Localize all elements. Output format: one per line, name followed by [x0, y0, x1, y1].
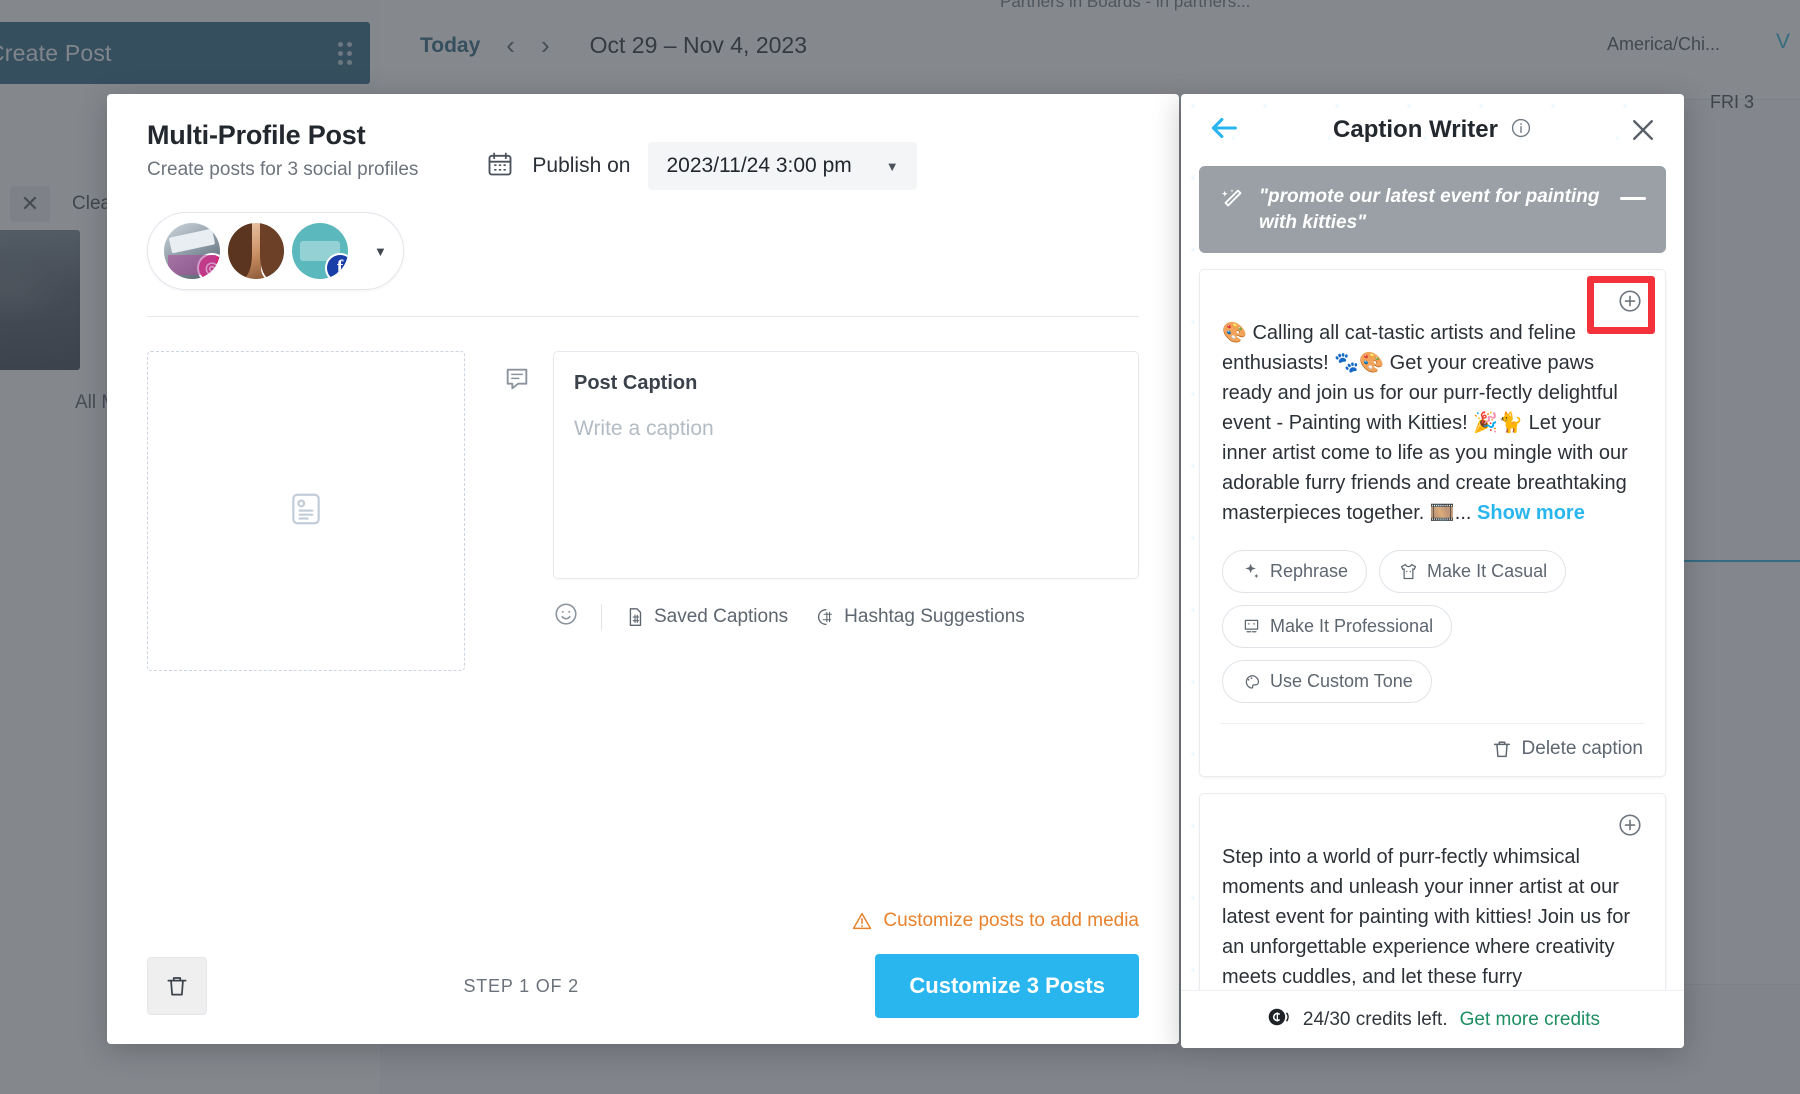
chip-label: Make It Casual — [1427, 561, 1548, 582]
post-caption-editor[interactable]: Post Caption Write a caption — [553, 351, 1139, 579]
prompt-text: "promote our latest event for painting w… — [1259, 186, 1600, 233]
hashtag-icon — [818, 608, 833, 625]
avatar[interactable]: ◎ — [164, 223, 220, 279]
chip-label: Rephrase — [1270, 561, 1349, 582]
caption-card: Step into a world of purr-fectly whimsic… — [1199, 793, 1666, 990]
caption-body: 🎨 Calling all cat-tastic artists and fel… — [1222, 322, 1628, 525]
sparkle-icon — [1245, 563, 1259, 579]
delete-caption-button[interactable]: Delete caption — [1222, 738, 1643, 760]
publish-datetime-select[interactable]: 2023/11/24 3:00 pm ▼ — [648, 142, 917, 190]
linkedin-icon: in — [261, 253, 284, 279]
hashtag-suggestions-button[interactable]: Hashtag Suggestions — [814, 606, 1025, 628]
publish-on-label: Publish on — [532, 154, 631, 177]
chip-label: Use Custom Tone — [1270, 671, 1413, 692]
credits-footer: 24/30 credits left. Get more credits — [1181, 990, 1684, 1048]
media-warning: Customize posts to add media — [147, 910, 1139, 932]
saved-captions-icon — [629, 607, 642, 626]
use-custom-tone-chip[interactable]: Use Custom Tone — [1222, 660, 1432, 704]
arrow-left-icon[interactable] — [1207, 111, 1241, 150]
caption-toolbar: Saved Captions Hashtag Suggestions — [553, 601, 1139, 632]
palette-icon — [1245, 675, 1260, 689]
info-icon[interactable] — [1510, 117, 1532, 144]
emoji-icon[interactable] — [553, 601, 579, 632]
post-caption-placeholder: Write a caption — [574, 417, 714, 440]
prompt-bar[interactable]: "promote our latest event for painting w… — [1199, 166, 1666, 254]
profile-selector[interactable]: ◎ in f ▼ — [147, 212, 404, 290]
comment-icon — [503, 351, 531, 910]
delete-caption-label: Delete caption — [1521, 738, 1643, 760]
necktie-face-icon — [1244, 620, 1259, 633]
chevron-down-icon[interactable]: ▼ — [374, 244, 387, 259]
calendar-icon — [486, 150, 514, 183]
caption-writer-scroll-area[interactable]: "promote our latest event for painting w… — [1181, 166, 1684, 990]
caption-card: 🎨 Calling all cat-tastic artists and fel… — [1199, 269, 1666, 778]
media-placeholder-icon — [287, 490, 325, 533]
instagram-icon: ◎ — [197, 253, 220, 279]
caption-writer-title: Caption Writer — [1333, 116, 1498, 143]
plus-circle-icon[interactable] — [1617, 812, 1643, 838]
tone-chip-group: Rephrase Make It Casual Make It Professi… — [1222, 550, 1643, 704]
saved-captions-label: Saved Captions — [654, 605, 789, 627]
publish-datetime-value: 2023/11/24 3:00 pm — [666, 154, 852, 177]
caption-body: Step into a world of purr-fectly whimsic… — [1222, 846, 1630, 989]
media-warning-text: Customize posts to add media — [883, 910, 1139, 931]
step-indicator: STEP 1 OF 2 — [463, 975, 579, 996]
media-drop-zone[interactable] — [147, 351, 465, 671]
close-icon[interactable] — [1628, 115, 1658, 145]
rephrase-chip[interactable]: Rephrase — [1222, 550, 1368, 594]
avatar[interactable]: f — [292, 223, 348, 279]
customize-posts-button[interactable]: Customize 3 Posts — [875, 954, 1139, 1018]
page-title: Multi-Profile Post — [147, 120, 366, 150]
create-post-modal: Multi-Profile Post Create posts for 3 so… — [107, 94, 1179, 1044]
caption-card-text: Step into a world of purr-fectly whimsic… — [1222, 842, 1643, 990]
hashtag-suggestions-label: Hashtag Suggestions — [844, 605, 1025, 627]
post-caption-label: Post Caption — [574, 372, 698, 394]
show-more-link[interactable]: Show more — [1477, 502, 1585, 524]
divider — [1220, 723, 1645, 725]
caption-card-text: 🎨 Calling all cat-tastic artists and fel… — [1222, 318, 1643, 528]
tshirt-icon — [1400, 564, 1417, 580]
modal-subtitle: Create posts for 3 social profiles — [147, 159, 419, 180]
get-more-credits-link[interactable]: Get more credits — [1460, 1009, 1600, 1031]
divider — [601, 603, 602, 630]
minimize-icon[interactable] — [1620, 197, 1646, 200]
facebook-icon: f — [325, 253, 348, 279]
caption-writer-panel: Caption Writer "promote our latest event… — [1181, 94, 1684, 1048]
credit-coin-icon — [1265, 1004, 1291, 1035]
chevron-down-icon: ▼ — [885, 158, 899, 174]
saved-captions-button[interactable]: Saved Captions — [624, 606, 788, 628]
magic-wand-icon — [1219, 184, 1245, 217]
chip-label: Make It Professional — [1270, 616, 1434, 637]
make-it-casual-chip[interactable]: Make It Casual — [1379, 550, 1567, 594]
make-it-professional-chip[interactable]: Make It Professional — [1222, 605, 1453, 649]
trash-icon — [1493, 741, 1510, 758]
highlight-box — [1587, 276, 1655, 335]
avatar[interactable]: in — [228, 223, 284, 279]
caption-writer-header: Caption Writer — [1181, 94, 1684, 166]
credits-text: 24/30 credits left. — [1302, 1008, 1448, 1030]
warning-triangle-icon — [853, 912, 872, 930]
